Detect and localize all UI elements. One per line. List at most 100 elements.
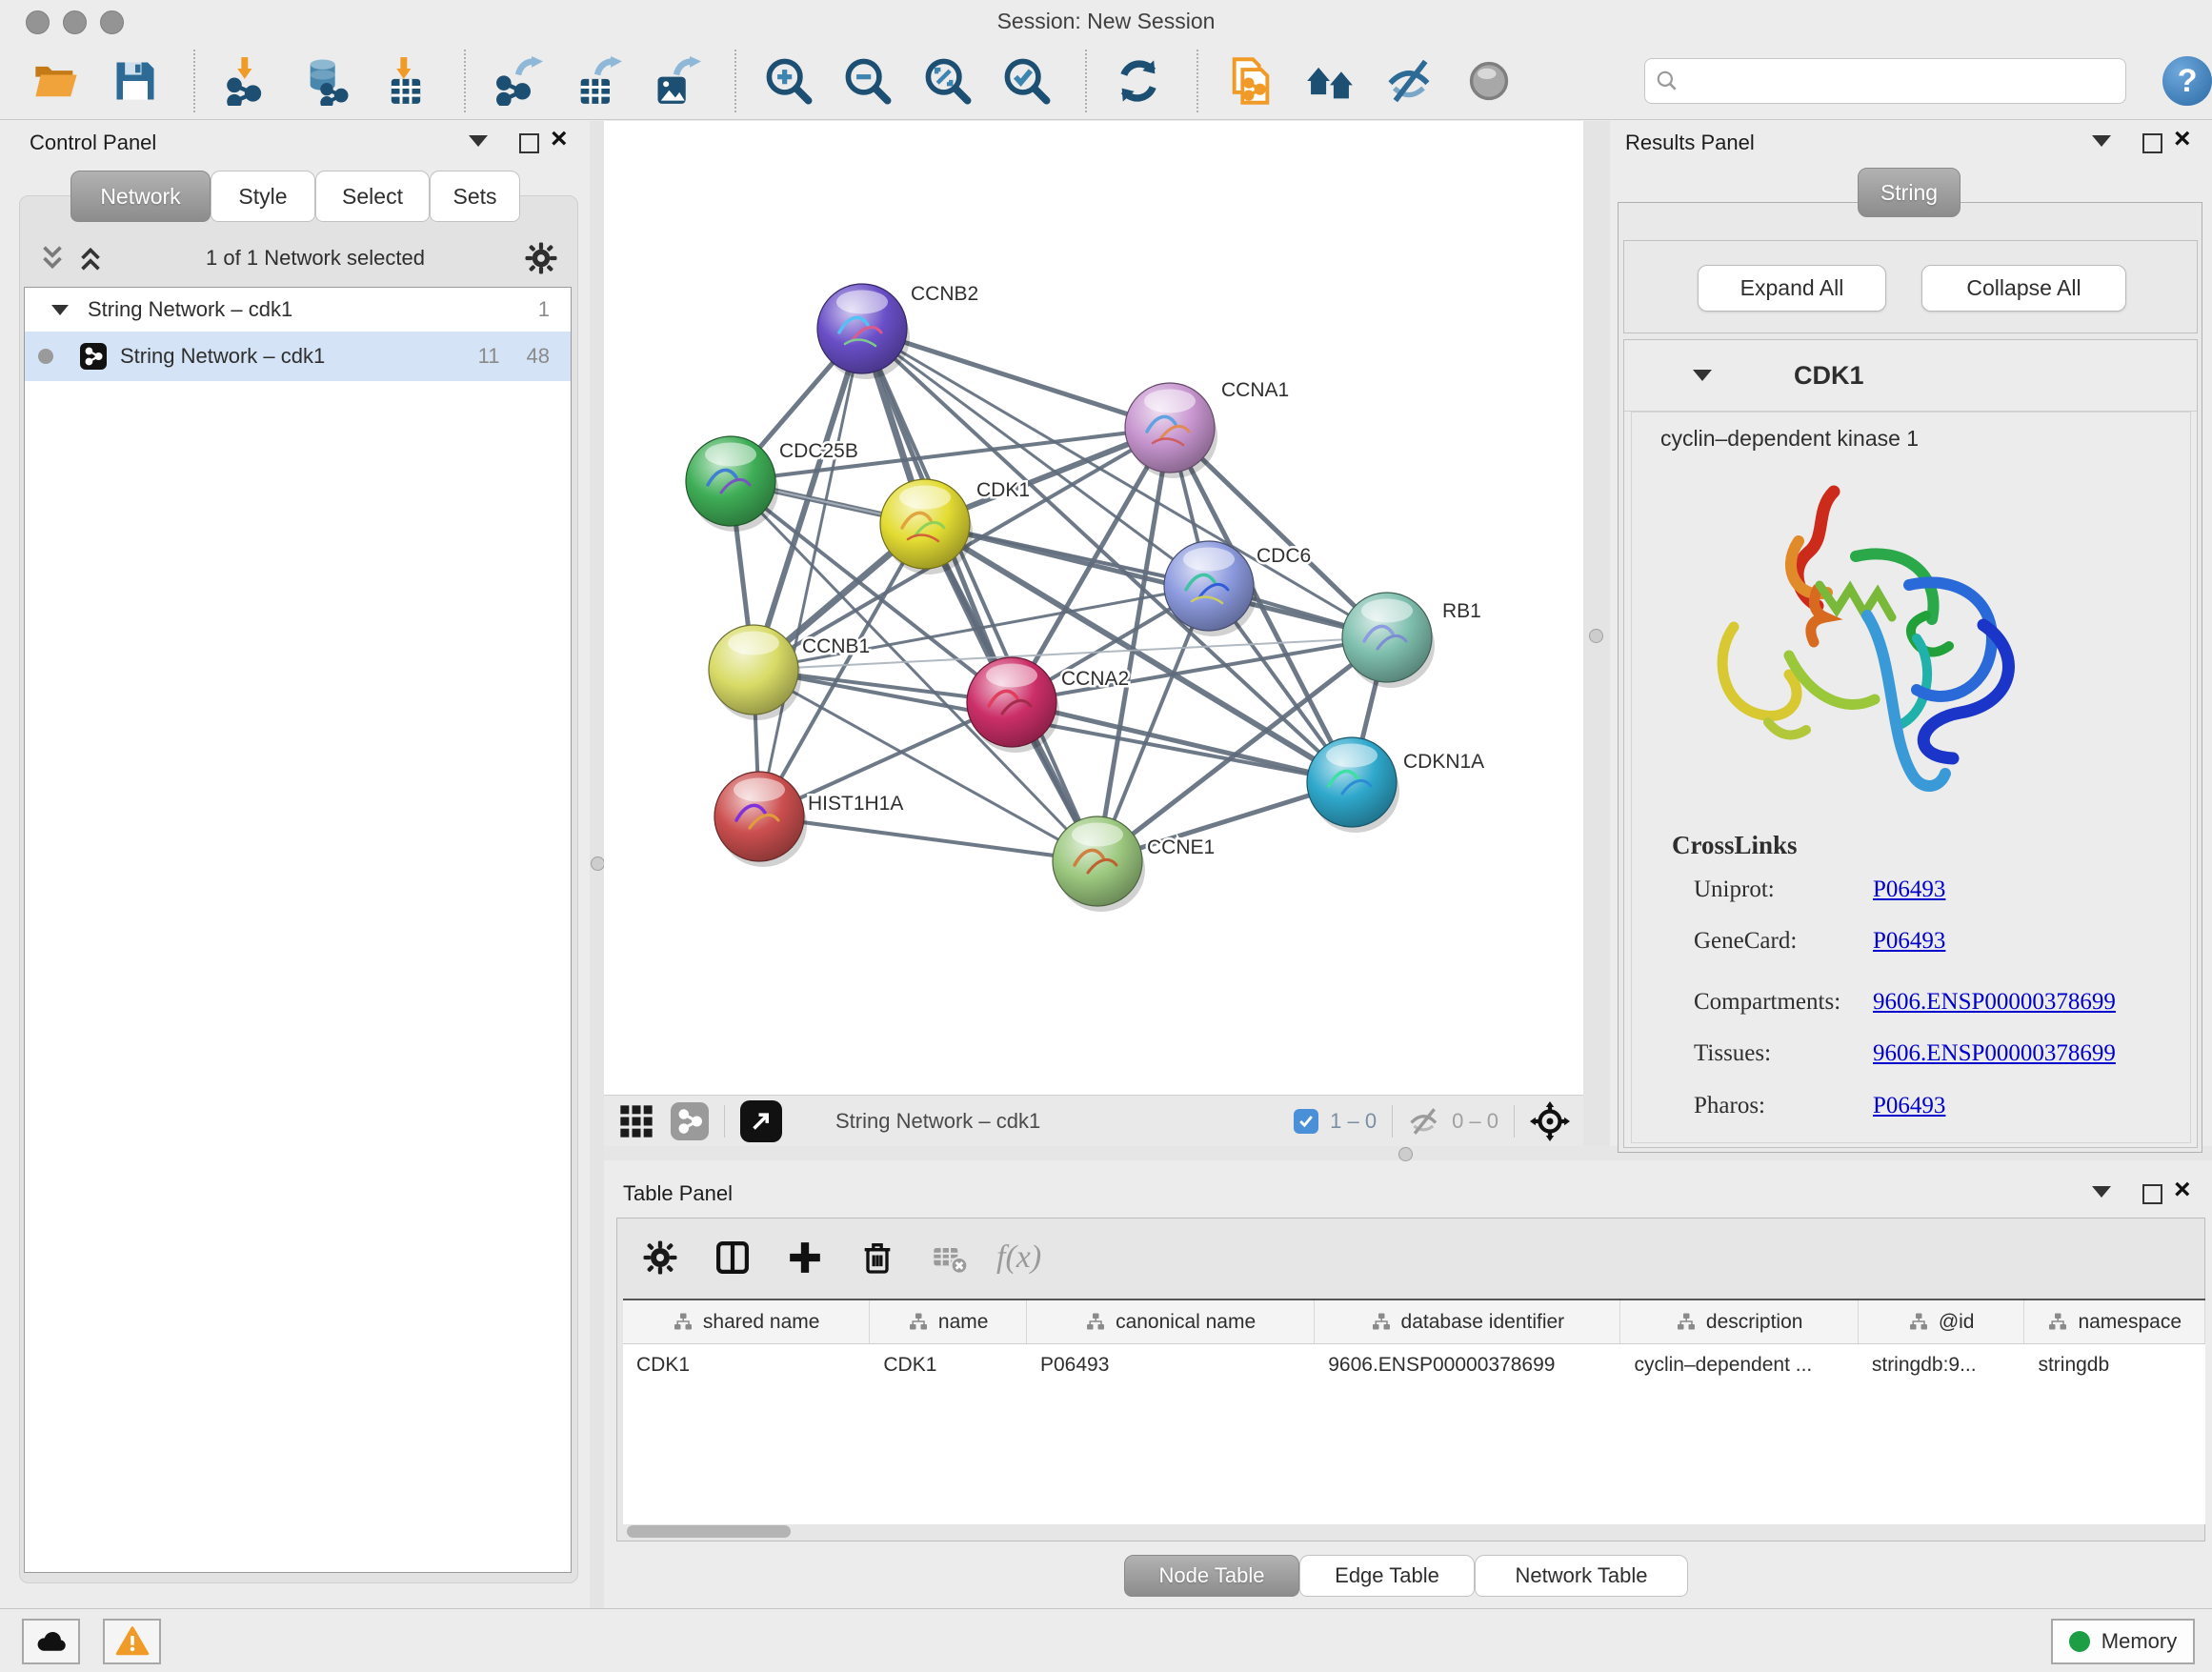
selected-checkbox-icon[interactable] — [1294, 1109, 1318, 1134]
grid-view-icon[interactable] — [617, 1102, 655, 1140]
export-table-button[interactable] — [570, 53, 624, 109]
table-panel-float-icon[interactable] — [2142, 1184, 2162, 1204]
table-row[interactable]: CDK1CDK1P064939606.ENSP00000378699cyclin… — [623, 1344, 2205, 1386]
string-homes-button[interactable] — [1302, 53, 1357, 109]
warnings-button[interactable] — [103, 1619, 161, 1664]
add-column-button[interactable] — [779, 1232, 831, 1283]
network-row-selected[interactable]: String Network – cdk1 11 48 — [25, 332, 571, 381]
network-node-CDK1[interactable]: CDK1 — [880, 479, 1030, 574]
collection-expand-icon[interactable] — [51, 305, 69, 315]
zoom-fit-button[interactable] — [920, 53, 975, 109]
column-header-namespace[interactable]: namespace — [2024, 1300, 2205, 1343]
delete-table-button[interactable] — [924, 1232, 975, 1283]
splitter-handle[interactable] — [1398, 1147, 1413, 1161]
table-panel-collapse-icon[interactable] — [2092, 1186, 2111, 1198]
tab-edge-table[interactable]: Edge Table — [1299, 1555, 1475, 1597]
tab-select[interactable]: Select — [315, 171, 430, 222]
results-panel-close-icon[interactable]: × — [2174, 130, 2191, 149]
crosslink-value-link[interactable]: P06493 — [1873, 928, 1945, 954]
import-table-icon — [381, 56, 431, 106]
network-graph[interactable]: CCNB2 CCNA1 CDC25B CDK1 CDC6 R — [604, 121, 1583, 1095]
expand-all-chevron-icon[interactable] — [74, 242, 107, 274]
scrollbar-thumb[interactable] — [627, 1525, 791, 1538]
table-hscrollbar[interactable] — [625, 1524, 2199, 1539]
splitter-handle[interactable] — [1589, 629, 1603, 643]
delete-column-button[interactable] — [852, 1232, 903, 1283]
network-node-CDC25B[interactable]: CDC25B — [686, 436, 858, 532]
help-button[interactable]: ? — [2162, 56, 2211, 106]
open-session-button[interactable] — [29, 53, 83, 109]
search-box[interactable] — [1644, 58, 2127, 104]
table-tabs: Node TableEdge TableNetwork Table — [1124, 1555, 1688, 1597]
collapse-all-button[interactable]: Collapse All — [1921, 265, 2126, 312]
control-panel-collapse-icon[interactable] — [469, 135, 488, 147]
hidden-node-edge-counts: 0 – 0 — [1452, 1109, 1498, 1134]
crosslink-label: Compartments: — [1694, 989, 1873, 1016]
column-header-description[interactable]: description — [1620, 1300, 1858, 1343]
show-panel-button[interactable] — [1461, 53, 1516, 109]
toolbar-separator — [1196, 50, 1198, 112]
results-panel-float-icon[interactable] — [2142, 133, 2162, 153]
network-node-CCNA1[interactable]: CCNA1 — [1125, 379, 1289, 478]
network-collection-row[interactable]: String Network – cdk1 1 — [25, 288, 571, 332]
network-node-CDKN1A[interactable]: CDKN1A — [1307, 737, 1484, 833]
hide-panel-button[interactable] — [1382, 53, 1437, 109]
split-table-button[interactable] — [707, 1232, 758, 1283]
export-network-button[interactable] — [491, 53, 545, 109]
tab-string[interactable]: String — [1858, 168, 1961, 217]
network-canvas[interactable]: CCNB2 CCNA1 CDC25B CDK1 CDC6 R — [604, 121, 1583, 1095]
column-header-name[interactable]: name — [870, 1300, 1027, 1343]
expand-all-button[interactable]: Expand All — [1698, 265, 1886, 312]
export-image-button[interactable] — [650, 53, 704, 109]
search-input[interactable] — [1679, 68, 2093, 94]
import-table-button[interactable] — [379, 53, 433, 109]
column-header-canonical-name[interactable]: canonical name — [1027, 1300, 1315, 1343]
cloud-button[interactable] — [22, 1619, 80, 1664]
control-panel-float-icon[interactable] — [519, 133, 539, 153]
hidden-eye-slash-icon[interactable] — [1408, 1105, 1440, 1138]
network-share-view-icon[interactable] — [671, 1102, 709, 1140]
tab-network[interactable]: Network — [70, 171, 211, 222]
control-panel-close-icon[interactable]: × — [551, 130, 568, 149]
crosslink-value-link[interactable]: P06493 — [1873, 876, 1945, 902]
network-node-CCNA2[interactable]: CCNA2 — [967, 657, 1129, 753]
column-header-shared-name[interactable]: shared name — [623, 1300, 870, 1343]
gear-icon[interactable] — [524, 241, 558, 275]
tab-node-table[interactable]: Node Table — [1124, 1555, 1299, 1597]
memory-button[interactable]: Memory — [2051, 1619, 2195, 1664]
column-header-@id[interactable]: @id — [1859, 1300, 2025, 1343]
splitter-handle[interactable] — [591, 856, 605, 871]
table-panel-close-icon[interactable]: × — [2174, 1180, 2191, 1199]
tab-sets[interactable]: Sets — [430, 171, 520, 222]
collection-count: 1 — [538, 297, 550, 322]
tab-network-table[interactable]: Network Table — [1475, 1555, 1688, 1597]
crosslink-value-link[interactable]: P06493 — [1873, 1093, 1945, 1118]
table-settings-button[interactable] — [634, 1232, 686, 1283]
network-node-RB1[interactable]: RB1 — [1342, 593, 1481, 688]
zoom-out-button[interactable] — [841, 53, 895, 109]
results-panel-collapse-icon[interactable] — [2092, 135, 2111, 147]
network-node-CDC6[interactable]: CDC6 — [1164, 541, 1311, 636]
detach-view-icon[interactable] — [740, 1100, 782, 1142]
string-document-button[interactable] — [1223, 53, 1277, 109]
cloud-icon — [34, 1624, 69, 1659]
import-network-file-button[interactable] — [220, 53, 274, 109]
column-header-database-identifier[interactable]: database identifier — [1315, 1300, 1620, 1343]
refresh-view-button[interactable] — [1112, 53, 1166, 109]
network-node-HIST1H1A[interactable]: HIST1H1A — [714, 772, 903, 867]
gene-collapse-icon[interactable] — [1693, 370, 1712, 381]
collapse-all-chevron-icon[interactable] — [36, 242, 69, 274]
gene-section-header[interactable]: CDK1 — [1624, 340, 2197, 412]
crosslink-value-link[interactable]: 9606.ENSP00000378699 — [1873, 1040, 2116, 1066]
import-network-database-button[interactable] — [299, 53, 353, 109]
crosslink-label: Uniprot: — [1694, 876, 1873, 903]
network-node-CCNB2[interactable]: CCNB2 — [817, 283, 978, 379]
save-session-button[interactable] — [108, 53, 162, 109]
crosslink-value-link[interactable]: 9606.ENSP00000378699 — [1873, 989, 2116, 1015]
function-builder-button[interactable]: f(x) — [996, 1232, 1041, 1283]
export-table-icon — [573, 56, 622, 106]
zoom-in-button[interactable] — [761, 53, 815, 109]
tab-style[interactable]: Style — [211, 171, 315, 222]
pan-crosshair-icon[interactable] — [1530, 1101, 1570, 1141]
zoom-selected-button[interactable] — [999, 53, 1054, 109]
